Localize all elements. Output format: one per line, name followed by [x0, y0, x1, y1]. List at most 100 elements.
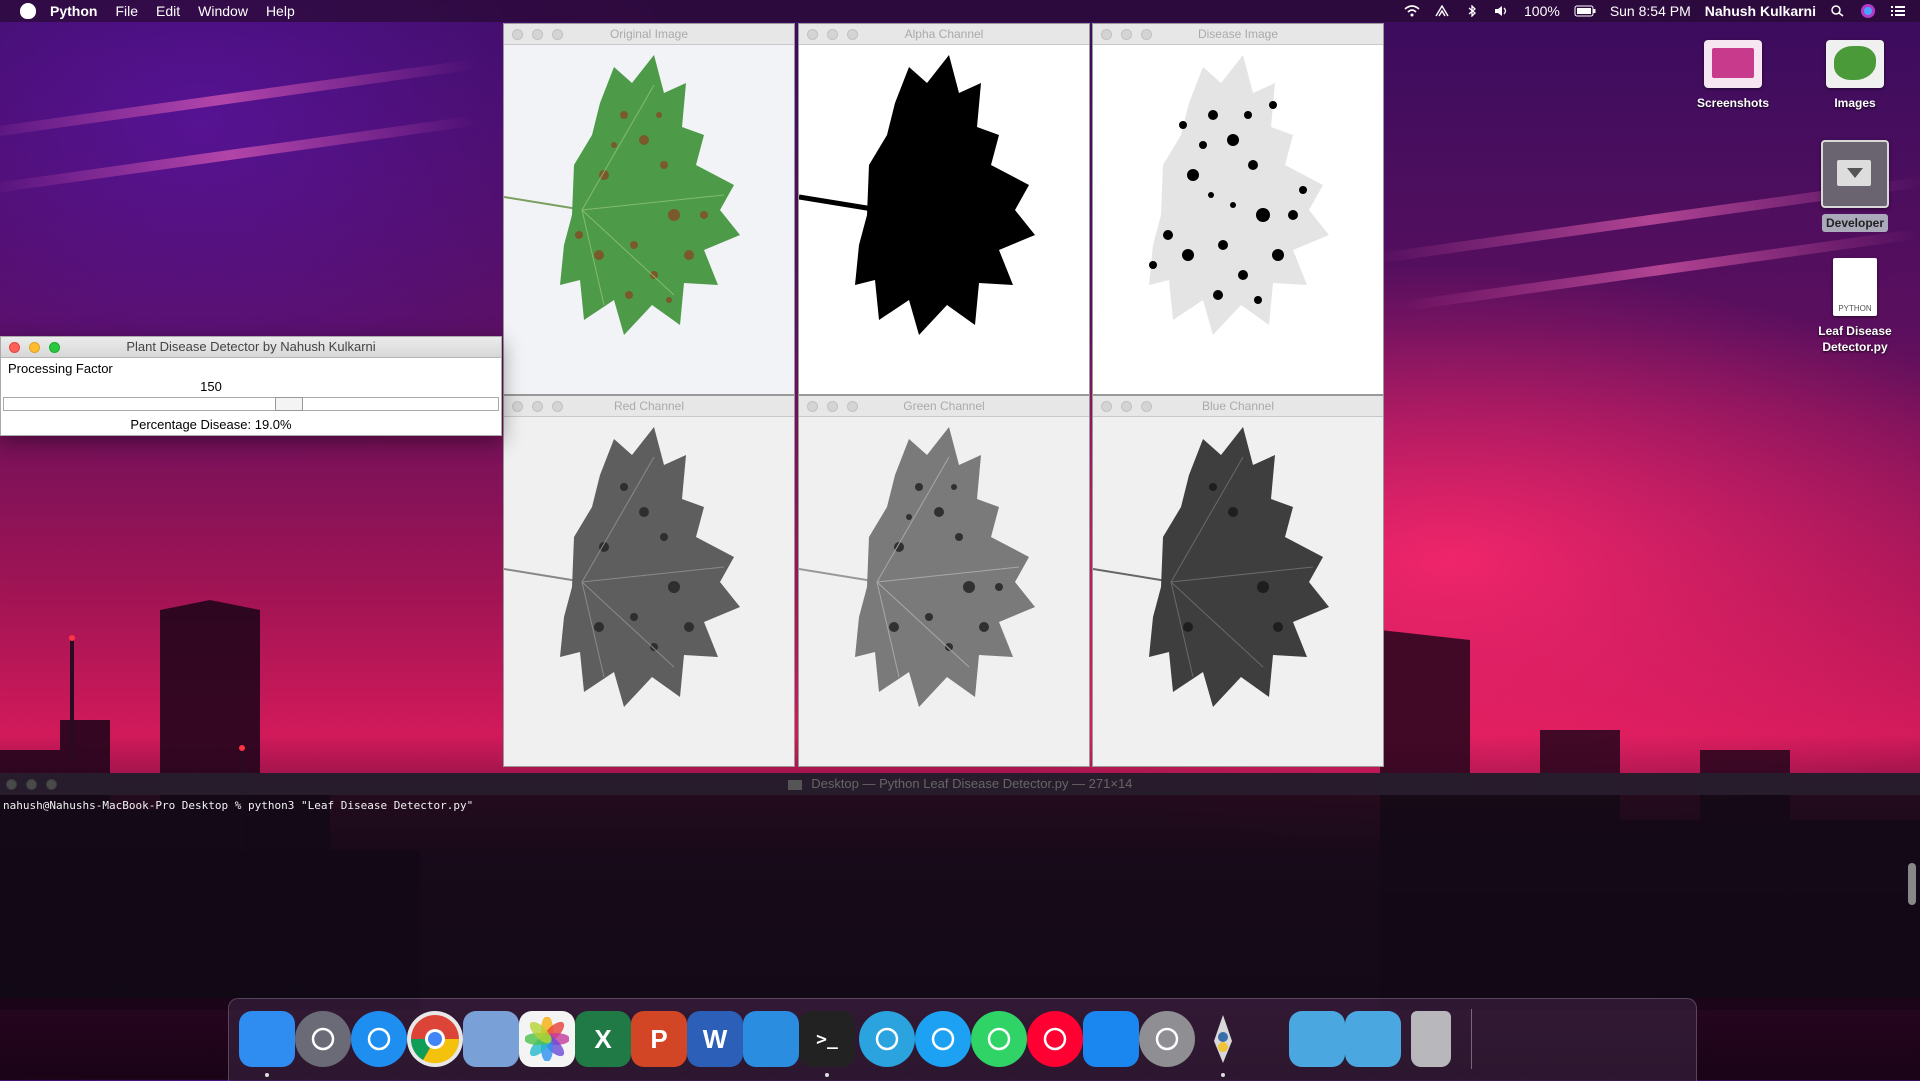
window-green-channel[interactable]: Green Channel [798, 395, 1090, 767]
window-zoom-button[interactable] [1141, 401, 1152, 412]
window-zoom-button[interactable] [552, 29, 563, 40]
image-canvas [1093, 417, 1383, 766]
leaf-image-color [504, 45, 794, 394]
battery-icon[interactable] [1574, 5, 1596, 17]
window-disease-image[interactable]: Disease Image [1092, 23, 1384, 395]
window-close-button[interactable] [9, 342, 20, 353]
bluetooth-icon[interactable] [1464, 5, 1480, 17]
battery-percent: 100% [1524, 3, 1560, 19]
window-minimize-button[interactable] [827, 29, 838, 40]
window-titlebar[interactable]: Disease Image [1093, 24, 1383, 45]
window-minimize-button[interactable] [827, 401, 838, 412]
terminal-scrollbar[interactable] [1908, 863, 1916, 905]
desktop-icon-label: Images [1834, 96, 1876, 110]
window-original-image[interactable]: Original Image [503, 23, 795, 395]
plant-disease-detector-window[interactable]: Plant Disease Detector by Nahush Kulkarn… [0, 336, 502, 436]
processing-factor-slider[interactable] [3, 397, 499, 411]
leaf-image-blue-channel [1093, 417, 1383, 766]
window-title: Blue Channel [1201, 399, 1275, 413]
window-close-button[interactable] [512, 401, 523, 412]
desktop-icon-python-script[interactable]: PYTHON Leaf Disease Detector.py [1800, 258, 1910, 356]
terminal-output[interactable]: nahush@Nahushs-MacBook-Pro Desktop % pyt… [0, 795, 1920, 816]
notification-center-icon[interactable] [1890, 5, 1906, 17]
desktop-icon-developer[interactable]: Developer [1800, 140, 1910, 232]
dock-finder-icon[interactable] [239, 1011, 295, 1067]
window-minimize-button[interactable] [1121, 29, 1132, 40]
window-zoom-button[interactable] [847, 29, 858, 40]
dock-photos-icon[interactable] [519, 1011, 575, 1067]
menu-app-name[interactable]: Python [50, 0, 97, 22]
window-blue-channel[interactable]: Blue Channel [1092, 395, 1384, 767]
window-minimize-button[interactable] [532, 401, 543, 412]
desktop-icon-label: Developer [1821, 214, 1889, 232]
desktop-icon-images[interactable]: Images [1800, 40, 1910, 112]
window-close-button[interactable] [6, 779, 17, 790]
window-titlebar[interactable]: Alpha Channel [799, 24, 1089, 45]
dock-system-preferences-icon[interactable] [1139, 1011, 1195, 1067]
menu-window[interactable]: Window [198, 0, 248, 22]
dock-running-indicator [1221, 1073, 1225, 1077]
dock-launchpad-icon[interactable] [295, 1011, 351, 1067]
wifi-icon[interactable] [1404, 5, 1420, 17]
dock-youtube-icon[interactable] [1027, 1011, 1083, 1067]
dock-excel-icon[interactable]: X [575, 1011, 631, 1067]
window-close-button[interactable] [512, 29, 523, 40]
dock-terminal-icon[interactable]: >_ [799, 1011, 855, 1067]
dock-applications-icon[interactable] [1345, 1011, 1401, 1067]
terminal-titlebar[interactable]: Desktop — Python Leaf Disease Detector.p… [0, 773, 1920, 795]
volume-icon[interactable] [1494, 5, 1510, 17]
window-close-button[interactable] [807, 401, 818, 412]
window-minimize-button[interactable] [26, 779, 37, 790]
window-close-button[interactable] [807, 29, 818, 40]
dock-chrome-icon[interactable] [407, 1011, 463, 1067]
dock-trash-icon[interactable] [1411, 1011, 1451, 1067]
dock-twitter-icon[interactable] [915, 1011, 971, 1067]
window-titlebar[interactable]: Original Image [504, 24, 794, 45]
window-titlebar[interactable]: Blue Channel [1093, 396, 1383, 417]
wallpaper-streak [0, 58, 479, 142]
slider-thumb[interactable] [275, 397, 303, 411]
desktop-icon-screenshots[interactable]: Screenshots [1678, 40, 1788, 112]
siri-icon[interactable] [1860, 3, 1876, 19]
window-red-channel[interactable]: Red Channel [503, 395, 795, 767]
window-minimize-button[interactable] [532, 29, 543, 40]
menu-help[interactable]: Help [266, 0, 295, 22]
menu-clock[interactable]: Sun 8:54 PM [1610, 3, 1691, 19]
dock-powerpoint-icon[interactable]: P [631, 1011, 687, 1067]
window-close-button[interactable] [1101, 29, 1112, 40]
image-canvas [504, 45, 794, 394]
window-minimize-button[interactable] [1121, 401, 1132, 412]
leaf-image-green-channel [799, 417, 1089, 766]
window-title: Disease Image [1197, 27, 1279, 41]
window-zoom-button[interactable] [46, 779, 57, 790]
dock-app-store-icon[interactable] [1083, 1011, 1139, 1067]
dock-word-icon[interactable]: W [687, 1011, 743, 1067]
apple-logo-icon[interactable] [20, 3, 36, 19]
airdrop-icon[interactable] [1434, 5, 1450, 17]
python-file-icon: PYTHON [1833, 258, 1877, 316]
dock-python-launcher-icon[interactable] [1195, 1011, 1251, 1067]
window-zoom-button[interactable] [1141, 29, 1152, 40]
disk-image-icon [1821, 140, 1889, 208]
dock-safari-icon[interactable] [351, 1011, 407, 1067]
window-titlebar[interactable]: Red Channel [504, 396, 794, 417]
window-minimize-button[interactable] [29, 342, 40, 353]
window-close-button[interactable] [1101, 401, 1112, 412]
window-zoom-button[interactable] [49, 342, 60, 353]
spotlight-search-icon[interactable] [1830, 5, 1846, 17]
dock-running-indicator [825, 1073, 829, 1077]
window-zoom-button[interactable] [847, 401, 858, 412]
menu-file[interactable]: File [115, 0, 138, 22]
window-titlebar[interactable]: Plant Disease Detector by Nahush Kulkarn… [1, 337, 501, 358]
dock-telegram-icon[interactable] [859, 1011, 915, 1067]
window-zoom-button[interactable] [552, 401, 563, 412]
window-titlebar[interactable]: Green Channel [799, 396, 1089, 417]
window-alpha-channel[interactable]: Alpha Channel [798, 23, 1090, 395]
dock-vscode-icon[interactable] [743, 1011, 799, 1067]
dock-preview-icon[interactable] [463, 1011, 519, 1067]
dock-downloads-icon[interactable] [1289, 1011, 1345, 1067]
dock-whatsapp-icon[interactable] [971, 1011, 1027, 1067]
menu-user[interactable]: Nahush Kulkarni [1705, 3, 1816, 19]
terminal-window[interactable]: Desktop — Python Leaf Disease Detector.p… [0, 773, 1920, 998]
menu-edit[interactable]: Edit [156, 0, 180, 22]
